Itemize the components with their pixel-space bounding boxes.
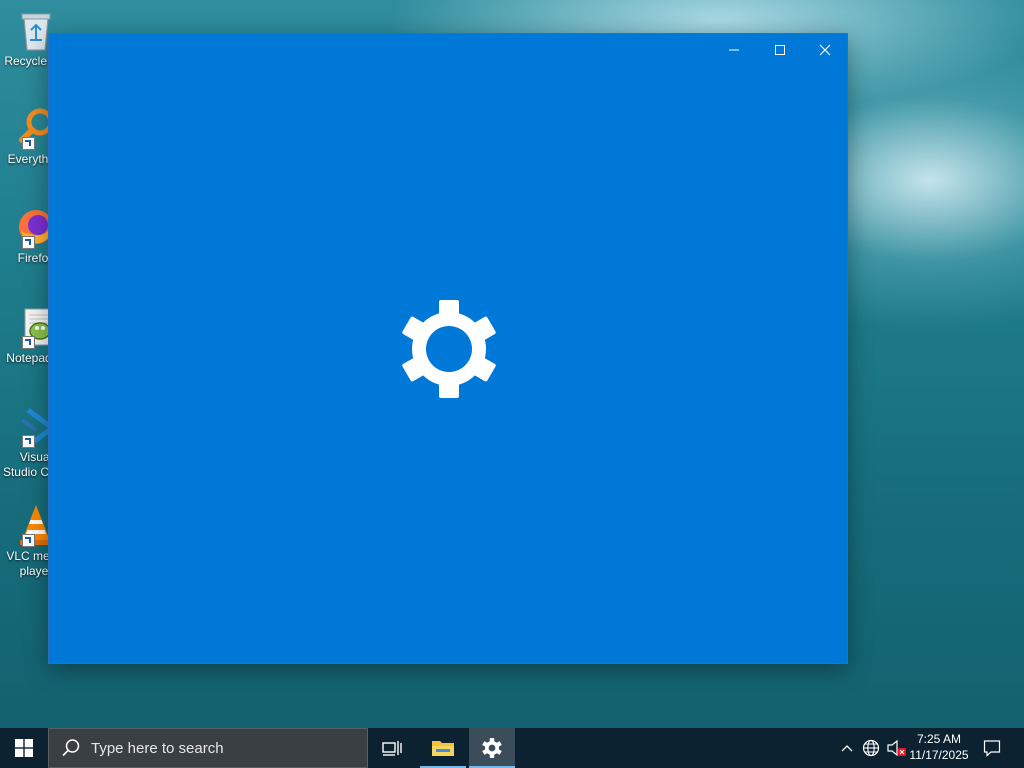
minimize-button[interactable] (711, 34, 757, 66)
start-button[interactable] (0, 728, 48, 768)
action-center-button[interactable] (978, 728, 1006, 768)
shortcut-arrow-icon (22, 137, 35, 150)
shortcut-arrow-icon (22, 534, 35, 547)
windows-logo-icon (15, 739, 33, 757)
search-placeholder: Type here to search (91, 739, 224, 757)
clock-date: 11/17/2025 (909, 748, 969, 762)
volume-button[interactable] (884, 728, 908, 768)
network-icon (862, 739, 880, 757)
maximize-icon (775, 45, 785, 55)
settings-window[interactable] (48, 33, 848, 664)
clock-time: 7:25 AM (916, 732, 962, 746)
gear-icon (482, 738, 502, 758)
taskbar-search-box[interactable]: Type here to search (48, 728, 368, 768)
shortcut-arrow-icon (22, 236, 35, 249)
gear-icon (402, 300, 496, 398)
maximize-button[interactable] (757, 34, 803, 66)
minimize-icon (729, 49, 739, 51)
network-button[interactable] (860, 728, 882, 768)
show-hidden-icons-button[interactable] (836, 728, 858, 768)
close-icon (819, 44, 831, 56)
shortcut-arrow-icon (22, 435, 35, 448)
taskbar-file-explorer[interactable] (420, 728, 466, 768)
notification-icon (983, 740, 1001, 757)
folder-icon (432, 741, 454, 756)
taskbar: Type here to search 7:25 AM 11/17/2025 (0, 728, 1024, 768)
shortcut-arrow-icon (22, 336, 35, 349)
volume-muted-icon (887, 739, 906, 757)
close-button[interactable] (802, 34, 848, 66)
task-view-icon (382, 741, 402, 756)
taskbar-settings[interactable] (469, 728, 515, 768)
taskbar-clock[interactable]: 7:25 AM 11/17/2025 (906, 731, 972, 765)
chevron-up-icon (841, 745, 853, 752)
search-icon (62, 739, 80, 757)
task-view-button[interactable] (369, 728, 415, 768)
